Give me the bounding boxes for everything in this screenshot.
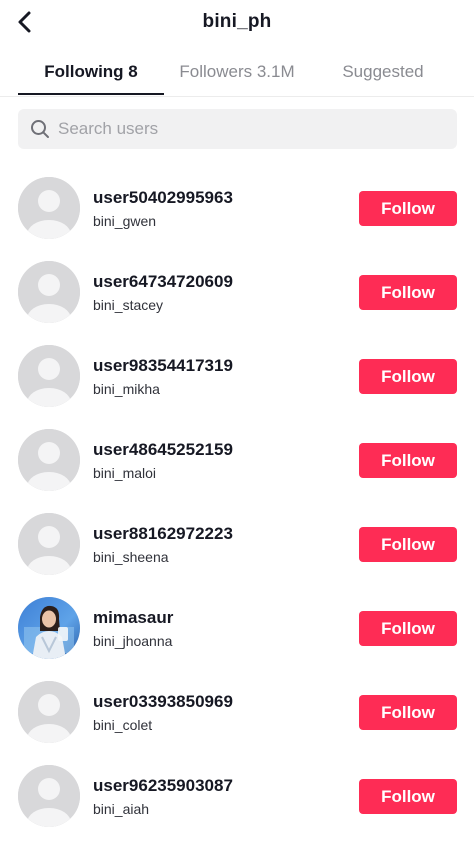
- default-avatar[interactable]: [18, 513, 80, 575]
- person-silhouette-icon: [18, 765, 80, 827]
- user-handle: bini_aiah: [93, 801, 150, 817]
- tab-suggested[interactable]: Suggested: [310, 50, 456, 94]
- default-avatar[interactable]: [18, 345, 80, 407]
- username[interactable]: user88162972223: [93, 524, 233, 544]
- person-silhouette-icon: [18, 345, 80, 407]
- person-silhouette-icon: [18, 177, 80, 239]
- user-handle: bini_maloi: [93, 465, 157, 481]
- user-handle: bini_stacey: [93, 297, 164, 313]
- user-handle: bini_colet: [93, 717, 153, 733]
- person-silhouette-icon: [18, 513, 80, 575]
- list-item[interactable]: user50402995963 bini_gwen Follow: [0, 166, 474, 250]
- follow-button[interactable]: Follow: [359, 527, 457, 562]
- username[interactable]: user03393850969: [93, 692, 233, 712]
- person-silhouette-icon: [18, 261, 80, 323]
- search-input[interactable]: [58, 109, 448, 149]
- list-item[interactable]: mimasaur bini_jhoanna Follow: [0, 586, 474, 670]
- user-handle: bini_mikha: [93, 381, 160, 397]
- person-silhouette-icon: [18, 429, 80, 491]
- follow-button[interactable]: Follow: [359, 191, 457, 226]
- list-item[interactable]: user88162972223 bini_sheena Follow: [0, 502, 474, 586]
- person-silhouette-icon: [18, 681, 80, 743]
- default-avatar[interactable]: [18, 261, 80, 323]
- default-avatar[interactable]: [18, 765, 80, 827]
- follow-button[interactable]: Follow: [359, 443, 457, 478]
- top-bar: bini_ph: [0, 0, 474, 46]
- default-avatar[interactable]: [18, 429, 80, 491]
- follow-button[interactable]: Follow: [359, 275, 457, 310]
- default-avatar[interactable]: [18, 681, 80, 743]
- username[interactable]: user50402995963: [93, 188, 233, 208]
- username[interactable]: user48645252159: [93, 440, 233, 460]
- active-tab-indicator: [18, 93, 164, 95]
- username[interactable]: user98354417319: [93, 356, 233, 376]
- follow-button[interactable]: Follow: [359, 359, 457, 394]
- list-item[interactable]: user64734720609 bini_stacey Follow: [0, 250, 474, 334]
- user-handle: bini_jhoanna: [93, 633, 173, 649]
- follow-button[interactable]: Follow: [359, 779, 457, 814]
- follow-button[interactable]: Follow: [359, 695, 457, 730]
- tab-bar: Following 8 Followers 3.1M Suggested: [0, 50, 474, 97]
- user-handle: bini_sheena: [93, 549, 169, 565]
- list-item[interactable]: user48645252159 bini_maloi Follow: [0, 418, 474, 502]
- username[interactable]: user64734720609: [93, 272, 233, 292]
- tab-following[interactable]: Following 8: [18, 50, 164, 94]
- default-avatar[interactable]: [18, 177, 80, 239]
- username[interactable]: mimasaur: [93, 608, 173, 628]
- list-item[interactable]: user03393850969 bini_colet Follow: [0, 670, 474, 754]
- search-bar[interactable]: [18, 109, 457, 149]
- tab-followers[interactable]: Followers 3.1M: [164, 50, 310, 94]
- user-handle: bini_gwen: [93, 213, 157, 229]
- profile-photo: [18, 597, 80, 659]
- username[interactable]: user96235903087: [93, 776, 233, 796]
- list-item[interactable]: user98354417319 bini_mikha Follow: [0, 334, 474, 418]
- following-list: user50402995963 bini_gwen Follow user647…: [0, 166, 474, 838]
- follow-button[interactable]: Follow: [359, 611, 457, 646]
- search-icon: [31, 120, 49, 138]
- photo-avatar[interactable]: [18, 597, 80, 659]
- list-item[interactable]: user96235903087 bini_aiah Follow: [0, 754, 474, 838]
- page-title: bini_ph: [202, 11, 272, 32]
